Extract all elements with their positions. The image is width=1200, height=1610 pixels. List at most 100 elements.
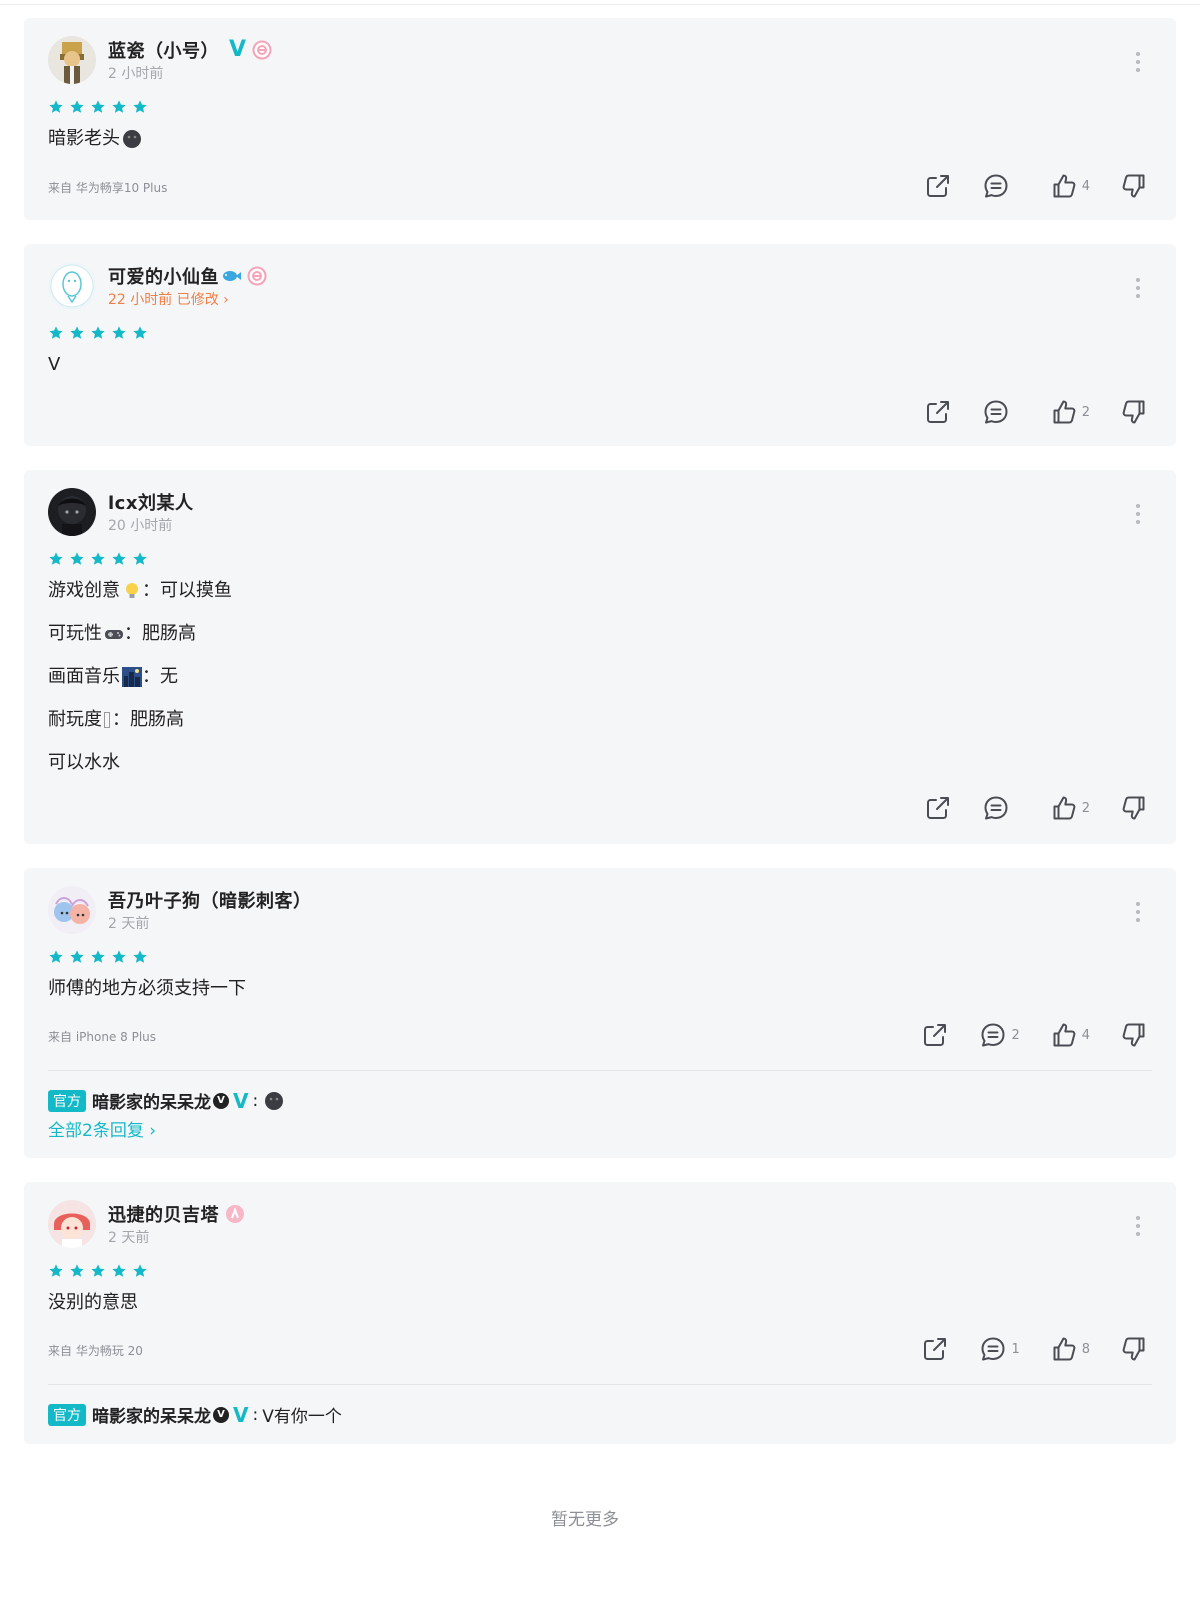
like-button[interactable]: 4 bbox=[1050, 172, 1090, 200]
dislike-button[interactable] bbox=[1120, 172, 1148, 200]
review-text: 可玩性 bbox=[48, 622, 102, 644]
comment-button[interactable] bbox=[982, 398, 1020, 426]
official-reply[interactable]: 官方 暗影家的呆呆龙 V V : bbox=[48, 1088, 284, 1113]
thumbs-up-icon bbox=[1050, 172, 1078, 200]
verified-v-icon: V bbox=[233, 1402, 249, 1427]
dislike-button[interactable] bbox=[1120, 398, 1148, 426]
avatar[interactable] bbox=[48, 36, 96, 84]
more-vertical-icon[interactable] bbox=[1136, 278, 1140, 298]
thumbs-up-icon bbox=[1050, 1021, 1078, 1049]
reply-author[interactable]: 暗影家的呆呆龙 bbox=[92, 1402, 211, 1427]
review-text: 游戏创意 bbox=[48, 579, 120, 601]
review-card: 可爱的小仙鱼 22 小时前 已修改 › V 2 bbox=[24, 244, 1176, 446]
comment-icon bbox=[979, 1021, 1007, 1049]
thumbs-down-icon bbox=[1120, 172, 1148, 200]
comment-button[interactable]: 1 bbox=[979, 1335, 1020, 1363]
review-content[interactable]: 暗影老头 bbox=[48, 126, 142, 152]
user-name-row: 迅捷的贝吉塔 bbox=[108, 1202, 245, 1226]
user-name[interactable]: 蓝瓷（小号） bbox=[108, 37, 219, 63]
review-text: ：肥肠高 bbox=[112, 708, 184, 730]
review-text: 可以水水 bbox=[48, 751, 120, 773]
top-divider bbox=[0, 4, 1200, 5]
like-button[interactable]: 8 bbox=[1050, 1335, 1090, 1363]
thumbs-down-icon bbox=[1120, 398, 1148, 426]
star-icon bbox=[48, 551, 64, 567]
reply-divider bbox=[48, 1070, 1152, 1071]
more-vertical-icon[interactable] bbox=[1136, 504, 1140, 524]
thumbs-down-icon bbox=[1120, 1021, 1148, 1049]
user-name[interactable]: lcx刘某人 bbox=[108, 489, 193, 515]
share-button[interactable] bbox=[921, 1335, 949, 1363]
no-more-indicator: 暂无更多 bbox=[551, 1510, 619, 1530]
star-icon bbox=[111, 325, 127, 341]
like-button[interactable]: 2 bbox=[1050, 794, 1090, 822]
pink-circle-badge-icon bbox=[252, 40, 272, 60]
more-vertical-icon[interactable] bbox=[1136, 52, 1140, 72]
star-icon bbox=[69, 99, 85, 115]
star-icon bbox=[111, 949, 127, 965]
dislike-button[interactable] bbox=[1120, 1335, 1148, 1363]
more-vertical-icon[interactable] bbox=[1136, 1216, 1140, 1236]
thumbs-up-icon bbox=[1050, 398, 1078, 426]
all-replies-link[interactable]: 全部2条回复 › bbox=[48, 1116, 156, 1141]
post-time: 2 天前 bbox=[108, 916, 150, 932]
official-tag: 官方 bbox=[48, 1089, 86, 1112]
like-button[interactable]: 4 bbox=[1050, 1021, 1090, 1049]
comment-button[interactable] bbox=[982, 172, 1020, 200]
share-button[interactable] bbox=[921, 1021, 949, 1049]
comment-button[interactable] bbox=[982, 794, 1020, 822]
star-rating bbox=[48, 949, 148, 965]
avatar[interactable] bbox=[48, 1200, 96, 1248]
review-content[interactable]: 游戏创意 ：可以摸鱼 可玩性 ：肥肠高 画面音乐 ：无 耐玩度 ：肥肠高 可以水… bbox=[48, 569, 232, 784]
comment-button[interactable]: 2 bbox=[979, 1021, 1020, 1049]
share-button[interactable] bbox=[924, 398, 952, 426]
like-count: 8 bbox=[1081, 1341, 1090, 1357]
star-icon bbox=[69, 1263, 85, 1279]
action-bar: 2 4 bbox=[891, 1020, 1148, 1050]
official-reply[interactable]: 官方 暗影家的呆呆龙 V V : V有你一个 bbox=[48, 1402, 342, 1427]
verified-mini-icon: V bbox=[213, 1092, 229, 1109]
comment-icon bbox=[982, 398, 1010, 426]
lightbulb-emoji-icon bbox=[126, 582, 138, 598]
pink-level-badge-icon bbox=[225, 1204, 245, 1224]
user-name[interactable]: 迅捷的贝吉塔 bbox=[108, 1201, 219, 1227]
action-bar: 2 bbox=[894, 397, 1148, 427]
user-name[interactable]: 可爱的小仙鱼 bbox=[108, 263, 219, 289]
action-bar: 2 bbox=[894, 793, 1148, 823]
user-name[interactable]: 吾乃叶子狗（暗影刺客） bbox=[108, 887, 312, 913]
like-button[interactable]: 2 bbox=[1050, 398, 1090, 426]
avatar[interactable] bbox=[48, 488, 96, 536]
thumbs-up-icon bbox=[1050, 1335, 1078, 1363]
comment-count: 1 bbox=[1011, 1341, 1020, 1357]
share-icon bbox=[924, 172, 952, 200]
thumbs-down-icon bbox=[1120, 794, 1148, 822]
review-text: ：无 bbox=[142, 665, 178, 687]
star-icon bbox=[90, 949, 106, 965]
review-content[interactable]: 师傅的地方必须支持一下 bbox=[48, 976, 246, 1002]
star-rating bbox=[48, 1263, 148, 1279]
dislike-button[interactable] bbox=[1120, 794, 1148, 822]
review-card: 吾乃叶子狗（暗影刺客） 2 天前 师傅的地方必须支持一下 来自 iPhone 8… bbox=[24, 868, 1176, 1158]
share-icon bbox=[924, 794, 952, 822]
device-info: 来自 华为畅玩 20 bbox=[48, 1344, 143, 1358]
user-name-row: 吾乃叶子狗（暗影刺客） bbox=[108, 888, 312, 912]
star-icon bbox=[90, 551, 106, 567]
dark-face-emoji-icon bbox=[265, 1091, 284, 1110]
more-vertical-icon[interactable] bbox=[1136, 902, 1140, 922]
reply-text: V有你一个 bbox=[262, 1407, 342, 1427]
post-time: 2 小时前 bbox=[108, 66, 164, 82]
verified-v-icon: V bbox=[233, 1088, 249, 1113]
star-icon bbox=[132, 949, 148, 965]
reply-colon: : bbox=[252, 1404, 259, 1425]
share-button[interactable] bbox=[924, 794, 952, 822]
share-button[interactable] bbox=[924, 172, 952, 200]
avatar[interactable] bbox=[48, 886, 96, 934]
action-bar: 1 8 bbox=[891, 1334, 1148, 1364]
avatar[interactable] bbox=[48, 262, 96, 310]
post-time-edited[interactable]: 22 小时前 已修改 › bbox=[108, 289, 229, 309]
review-content[interactable]: 没别的意思 bbox=[48, 1290, 138, 1316]
review-content[interactable]: V bbox=[48, 352, 60, 378]
star-rating bbox=[48, 551, 148, 567]
dislike-button[interactable] bbox=[1120, 1021, 1148, 1049]
reply-author[interactable]: 暗影家的呆呆龙 bbox=[92, 1088, 211, 1113]
